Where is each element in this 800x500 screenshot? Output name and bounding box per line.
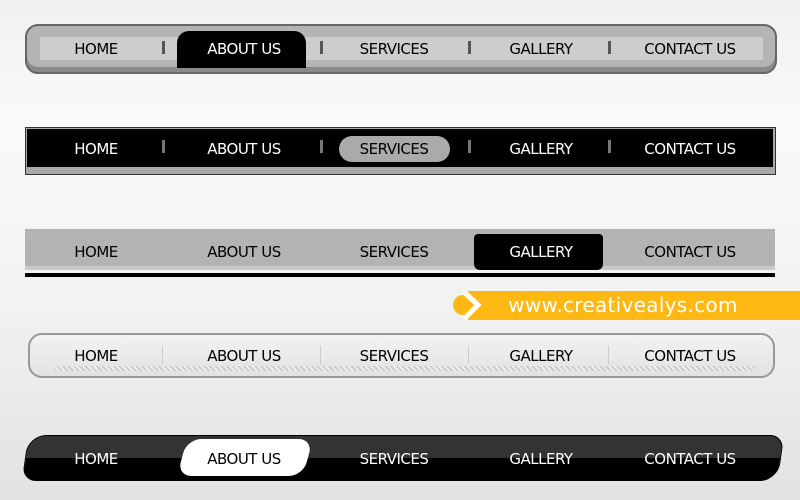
- nav-separator: [320, 140, 323, 153]
- nav-separator: [162, 140, 165, 153]
- nav-item-services[interactable]: SERVICES: [319, 449, 469, 469]
- nav-item-contact-us[interactable]: CONTACT US: [615, 39, 765, 59]
- nav-item-about-us[interactable]: ABOUT US: [169, 242, 319, 262]
- nav-item-services[interactable]: SERVICES: [319, 242, 469, 262]
- nav-item-home[interactable]: HOME: [21, 346, 171, 366]
- navbar-3-underline: [25, 273, 775, 277]
- nav-item-contact-us[interactable]: CONTACT US: [615, 449, 765, 469]
- nav-item-gallery[interactable]: GALLERY: [466, 139, 616, 159]
- nav-item-services[interactable]: SERVICES: [319, 39, 469, 59]
- creativealys-logo-icon: [453, 290, 482, 321]
- nav-separator: [468, 41, 471, 54]
- nav-separator: [468, 140, 471, 153]
- nav-item-home[interactable]: HOME: [21, 39, 171, 59]
- nav-item-about-us[interactable]: ABOUT US: [169, 346, 319, 366]
- nav-separator: [162, 41, 165, 54]
- nav-item-contact-us[interactable]: CONTACT US: [615, 139, 765, 159]
- nav-item-contact-us[interactable]: CONTACT US: [615, 242, 765, 262]
- nav-item-gallery[interactable]: GALLERY: [466, 39, 616, 59]
- nav-item-services[interactable]: SERVICES: [319, 346, 469, 366]
- nav-separator: [162, 346, 163, 364]
- nav-separator: [608, 41, 611, 54]
- nav-item-services[interactable]: SERVICES: [319, 139, 469, 159]
- nav-item-about-us[interactable]: ABOUT US: [169, 139, 319, 159]
- nav-item-contact-us[interactable]: CONTACT US: [615, 346, 765, 366]
- nav-separator: [320, 41, 323, 54]
- nav-item-gallery[interactable]: GALLERY: [466, 449, 616, 469]
- nav-item-gallery[interactable]: GALLERY: [466, 242, 616, 262]
- nav-item-home[interactable]: HOME: [21, 139, 171, 159]
- nav-item-home[interactable]: HOME: [21, 242, 171, 262]
- nav-item-home[interactable]: HOME: [21, 449, 171, 469]
- banner-link[interactable]: www.creativealys.com: [508, 293, 738, 317]
- nav-separator: [608, 140, 611, 153]
- nav-item-about-us[interactable]: ABOUT US: [169, 449, 319, 469]
- nav-separator: [468, 346, 469, 364]
- navbar-4-stripe: [55, 366, 755, 371]
- nav-separator: [320, 346, 321, 364]
- nav-item-gallery[interactable]: GALLERY: [466, 346, 616, 366]
- nav-item-about-us[interactable]: ABOUT US: [169, 39, 319, 59]
- nav-separator: [608, 346, 609, 364]
